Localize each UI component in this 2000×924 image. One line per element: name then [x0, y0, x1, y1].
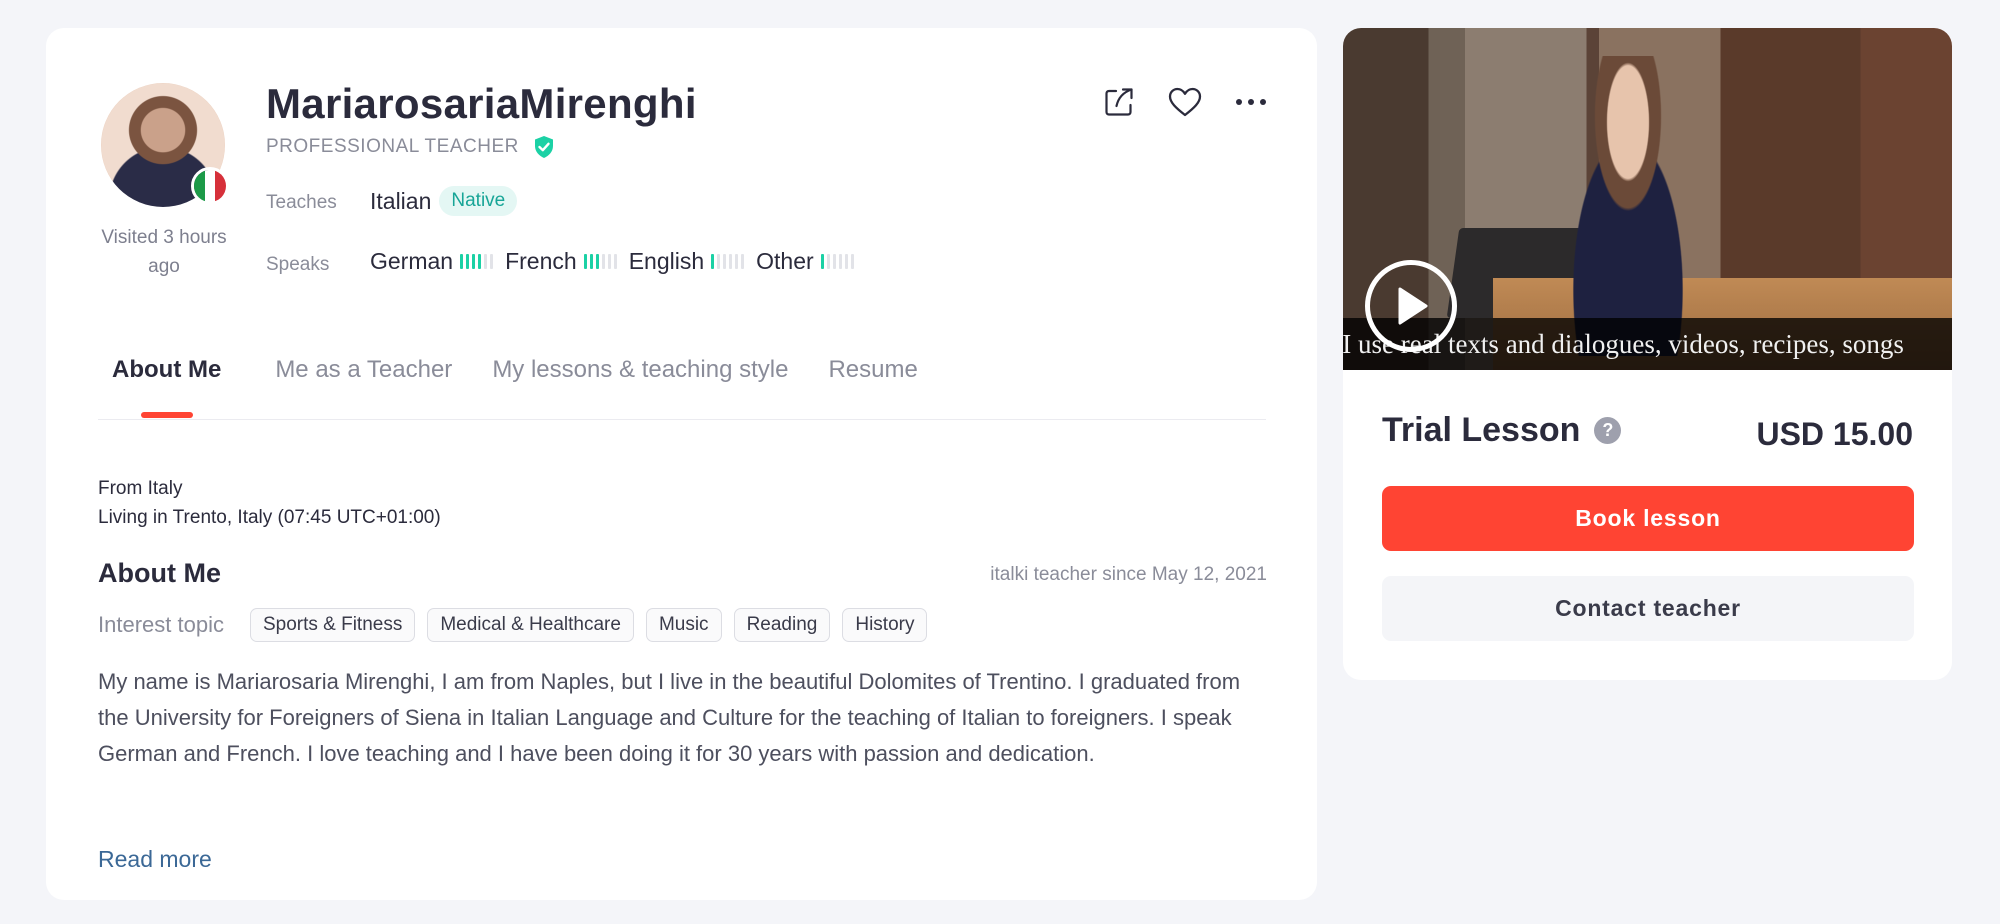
- share-icon[interactable]: [1101, 84, 1137, 120]
- level-bar: [460, 254, 464, 269]
- speaks-language-german: German: [370, 248, 494, 275]
- language-level-icon: [711, 254, 745, 270]
- level-bar: [844, 254, 848, 269]
- more-icon[interactable]: [1233, 84, 1269, 120]
- language-name: French: [505, 248, 577, 274]
- living-location: Living in Trento, Italy (07:45 UTC+01:00…: [98, 507, 441, 528]
- teacher-role: PROFESSIONAL TEACHER: [266, 136, 519, 157]
- profile-actions: [1101, 84, 1269, 120]
- location-info: From Italy Living in Trento, Italy (07:4…: [98, 474, 441, 532]
- heart-icon[interactable]: [1167, 84, 1203, 120]
- role-row: PROFESSIONAL TEACHER: [266, 135, 555, 159]
- level-bar: [613, 254, 617, 269]
- level-bar: [478, 254, 482, 269]
- speaks-language-other: Other: [756, 248, 854, 275]
- teaches-language: Italian: [370, 187, 432, 214]
- text-fade-overlay: [98, 768, 1268, 808]
- level-bar: [820, 254, 824, 269]
- teacher-since: italki teacher since May 12, 2021: [990, 564, 1267, 585]
- trial-lesson-card: s I use real texts and dialogues, videos…: [1343, 28, 1952, 680]
- topic-chip: Medical & Healthcare: [427, 608, 634, 642]
- level-bar: [717, 254, 721, 269]
- level-bar: [466, 254, 470, 269]
- level-bar: [601, 254, 605, 269]
- tab-me-as-a-teacher[interactable]: Me as a Teacher: [275, 348, 452, 420]
- level-bar: [826, 254, 830, 269]
- speaks-language-french: French: [505, 248, 617, 275]
- read-more-link[interactable]: Read more: [98, 846, 212, 873]
- intro-video[interactable]: s I use real texts and dialogues, videos…: [1343, 28, 1952, 370]
- topic-chip: History: [842, 608, 928, 642]
- level-bar: [484, 254, 488, 269]
- language-level-icon: [460, 254, 494, 270]
- language-name: English: [628, 248, 705, 274]
- tab-about-me[interactable]: About Me: [98, 348, 235, 420]
- tab-lessons-teaching-style[interactable]: My lessons & teaching style: [492, 348, 788, 420]
- last-visited: Visited 3 hours ago: [101, 227, 227, 277]
- level-bar: [589, 254, 593, 269]
- teaches-label: Teaches: [266, 192, 337, 213]
- book-lesson-button[interactable]: Book lesson: [1382, 486, 1914, 551]
- level-bar: [583, 254, 587, 269]
- language-level-icon: [583, 254, 617, 270]
- about-me-text: My name is Mariarosaria Mirenghi, I am f…: [98, 669, 1241, 766]
- language-name: German: [370, 248, 454, 274]
- level-bar: [607, 254, 611, 269]
- teaches-row: Italian Native: [370, 186, 518, 216]
- verified-shield-icon: [534, 136, 553, 158]
- speaks-label: Speaks: [266, 254, 330, 275]
- level-bar: [735, 254, 739, 269]
- trial-lesson-title: Trial Lesson: [1382, 411, 1581, 449]
- level-bar: [472, 254, 476, 269]
- level-bar: [490, 254, 494, 269]
- speaks-language-english: English: [628, 248, 745, 275]
- native-badge: Native: [439, 186, 518, 216]
- avatar-wrap: [101, 83, 229, 207]
- topic-chip: Reading: [733, 608, 831, 642]
- about-me-heading: About Me: [98, 558, 221, 588]
- speaks-row: German French English Other: [370, 248, 854, 275]
- level-bar: [850, 254, 854, 269]
- interest-topics: Interest topic Sports & Fitness Medical …: [98, 608, 928, 642]
- level-bar: [832, 254, 836, 269]
- level-bar: [838, 254, 842, 269]
- level-bar: [595, 254, 599, 269]
- trial-lesson-title-row: Trial Lesson ?: [1382, 411, 1622, 450]
- teacher-profile-card: Visited 3 hours ago MariarosariaMirenghi…: [46, 28, 1317, 900]
- level-bar: [723, 254, 727, 269]
- play-icon[interactable]: [1365, 260, 1457, 352]
- trial-price: USD 15.00: [1756, 416, 1913, 452]
- level-bar: [729, 254, 733, 269]
- video-teacher: [1543, 56, 1713, 356]
- level-bar: [741, 254, 745, 269]
- language-level-icon: [820, 254, 854, 270]
- italy-flag-icon: [191, 167, 229, 205]
- help-icon[interactable]: ?: [1594, 417, 1622, 444]
- language-name: Other: [756, 248, 814, 274]
- topic-chip: Sports & Fitness: [249, 608, 416, 642]
- profile-tabs: About Me Me as a Teacher My lessons & te…: [98, 348, 1266, 420]
- interest-topic-label: Interest topic: [98, 612, 224, 637]
- teacher-name: MariarosariaMirenghi: [266, 80, 697, 127]
- from-country: From Italy: [98, 478, 183, 499]
- topic-chip: Music: [645, 608, 722, 642]
- level-bar: [711, 254, 715, 269]
- contact-teacher-button[interactable]: Contact teacher: [1382, 576, 1914, 641]
- tab-resume[interactable]: Resume: [828, 348, 917, 420]
